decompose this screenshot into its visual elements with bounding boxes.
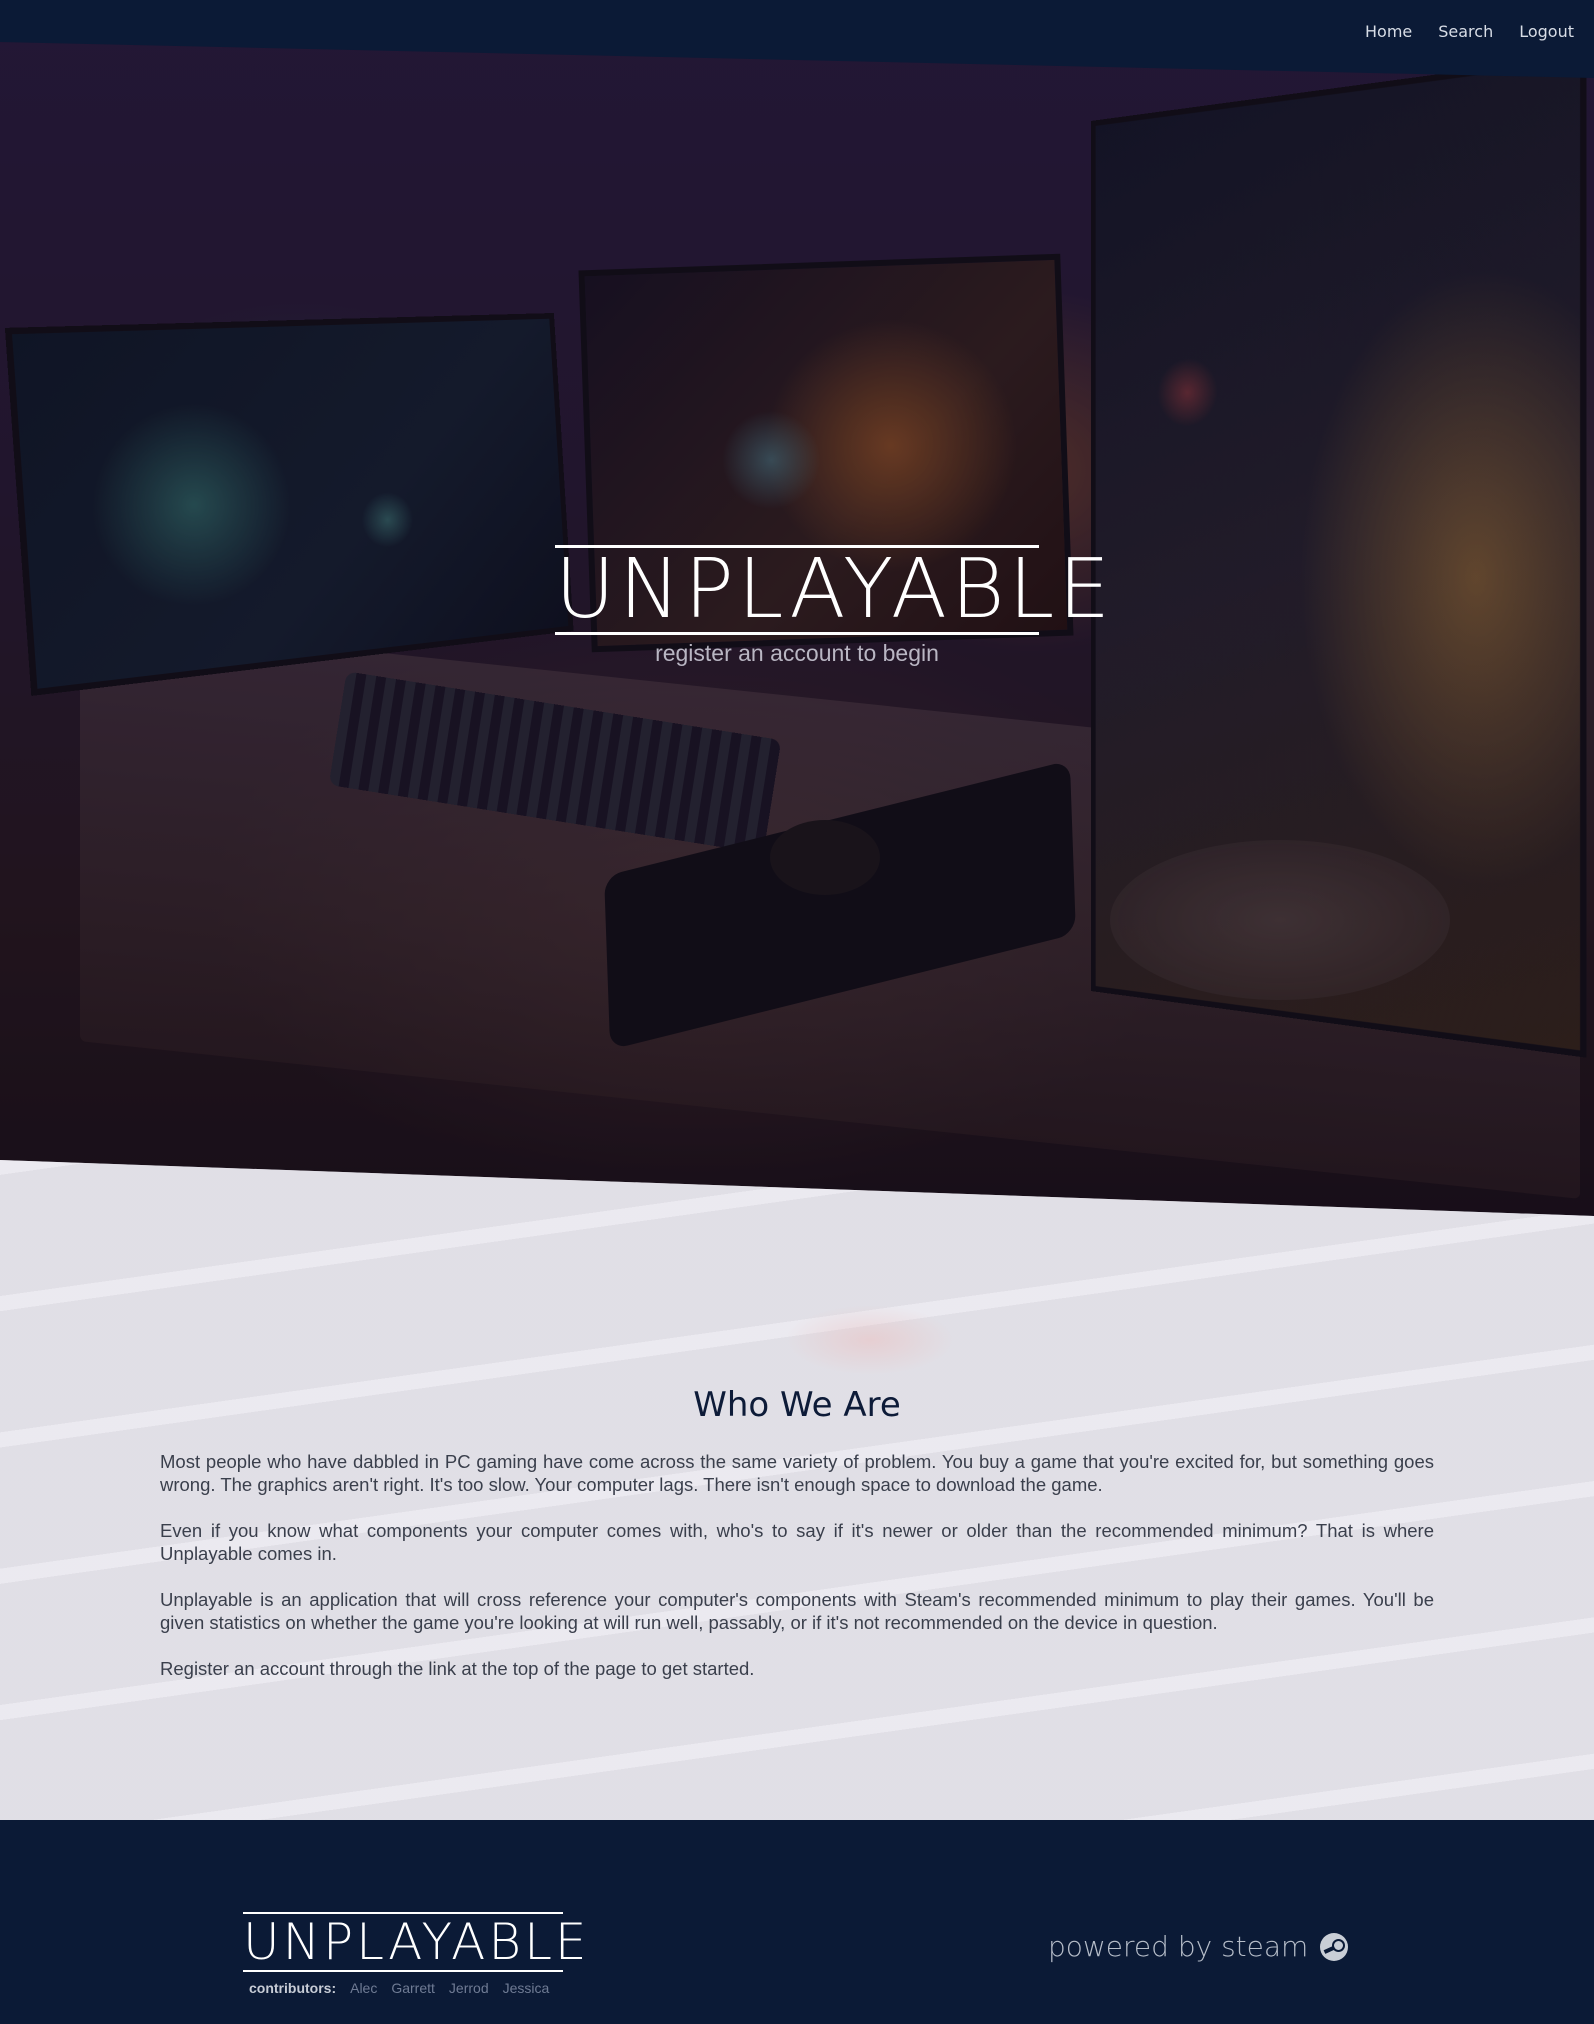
contributor-link-jerrod[interactable]: Jerrod [449,1980,489,1996]
hero-logo: UNPLAYABLE [555,545,1039,635]
about-paragraph: Unplayable is an application that will c… [160,1588,1434,1634]
hero-logo-text: UNPLAYABLE [555,548,1039,632]
about-paragraph: Register an account through the link at … [160,1657,1434,1680]
main-nav: Home Search Logout [1365,22,1574,41]
about-section: Who We Are Most people who have dabbled … [0,1160,1594,1890]
about-body: Most people who have dabbled in PC gamin… [160,1450,1434,1703]
powered-by-steam: powered by steam [1048,1930,1348,1963]
hero-banner: UNPLAYABLE register an account to begin [0,0,1594,1220]
about-paragraph: Most people who have dabbled in PC gamin… [160,1450,1434,1496]
contributor-link-alec[interactable]: Alec [350,1980,377,1996]
about-title: Who We Are [0,1385,1594,1425]
footer: UNPLAYABLE contributors: Alec Garrett Je… [0,1820,1594,2024]
contributor-link-jessica[interactable]: Jessica [503,1980,550,1996]
contributors-list: contributors: Alec Garrett Jerrod Jessic… [249,1980,549,1996]
nav-logout-link[interactable]: Logout [1519,22,1574,41]
hero-tagline: register an account to begin [0,640,1594,667]
footer-logo: UNPLAYABLE [243,1912,563,1972]
nav-search-link[interactable]: Search [1438,22,1493,41]
contributors-label: contributors: [249,1980,336,1996]
powered-by-text: powered by steam [1048,1930,1308,1963]
nav-home-link[interactable]: Home [1365,22,1412,41]
contributor-link-garrett[interactable]: Garrett [391,1980,435,1996]
steam-icon [1320,1933,1348,1961]
about-paragraph: Even if you know what components your co… [160,1519,1434,1565]
footer-logo-text: UNPLAYABLE [243,1913,590,1971]
